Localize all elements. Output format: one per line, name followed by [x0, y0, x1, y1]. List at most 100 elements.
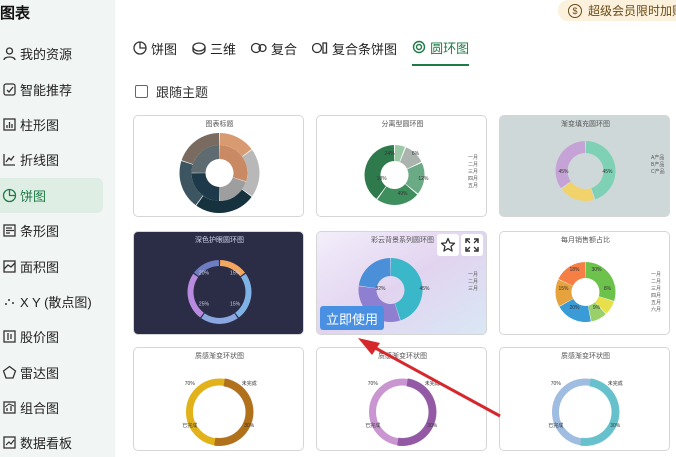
card-title: 深色护眼圆环图 — [195, 235, 244, 244]
data-label: 30% — [610, 423, 621, 429]
data-label: 12% — [418, 176, 429, 182]
sidebar-item[interactable]: 股价图 — [0, 319, 115, 354]
sidebar-item[interactable]: 条形图 — [0, 213, 115, 248]
tab-label: 复合条饼图 — [332, 41, 398, 57]
sidebar-item-label: 雷达图 — [20, 365, 60, 381]
sidebar-item-label: 面积图 — [20, 259, 60, 275]
data-label: 已完成 — [365, 422, 380, 429]
sidebar: 图表 我的资源智能推荐柱形图折线图饼图条形图面积图 X Y (散点图) 股价图雷达图… — [0, 0, 115, 457]
tab-3d[interactable]: 三维 — [192, 36, 236, 66]
pie-chart-icon — [0, 186, 18, 204]
sidebar-item[interactable]: 我的资源 — [0, 36, 115, 71]
data-label: 6% — [412, 151, 420, 157]
sidebar-item[interactable]: 雷达图 — [0, 355, 115, 390]
sidebar-item-label: 组合图 — [20, 401, 60, 417]
follow-theme-label: 跟随主题 — [156, 85, 209, 100]
data-label: 49% — [397, 191, 408, 197]
legend-entry: 二月 — [468, 279, 478, 285]
data-label: 未完成 — [608, 380, 623, 387]
chart-preview: 分离型圆环图 6% 12% 49% 18% 24% 一月二月三月四月五月 — [364, 119, 478, 205]
chart-preview: 渐变填充圆环图 45% 45% A产品B产品C产品 — [555, 119, 665, 201]
expand-button[interactable] — [461, 234, 483, 256]
bar-pie-icon — [312, 42, 328, 54]
data-label: 18% — [569, 267, 580, 273]
sidebar-item[interactable]: 柱形图 — [0, 107, 115, 142]
legend-entry: 三月 — [651, 286, 661, 292]
card-title: 图表标题 — [206, 119, 234, 128]
chart-template-card[interactable]: 质感渐变环状图未完成 30% 已完成 70% — [499, 347, 670, 451]
sidebar-item[interactable]: X Y (散点图) — [0, 284, 115, 319]
data-label: 24% — [385, 151, 396, 157]
tab-composite[interactable]: 复合 — [251, 36, 297, 66]
chart-template-card[interactable]: 质感渐变环状图 未完成 30% 已完成 70% — [133, 347, 304, 451]
legend-entry: 五月 — [651, 300, 661, 306]
hbar-chart-icon — [0, 222, 18, 240]
sidebar-nav: 我的资源智能推荐柱形图折线图饼图条形图面积图 X Y (散点图) 股价图雷达图组合图… — [0, 36, 115, 457]
dashboard-icon — [0, 434, 18, 452]
window-title: 图表 — [0, 5, 31, 22]
data-label: 30% — [591, 267, 602, 273]
data-label: 15% — [558, 286, 569, 292]
data-label: 45% — [419, 286, 430, 292]
follow-theme-checkbox[interactable]: 跟随主题 — [135, 82, 208, 101]
sidebar-item-label: 柱形图 — [20, 117, 60, 133]
radar-icon — [0, 363, 18, 381]
chart-template-card[interactable]: 每月销售额占比 30% 8% 9% 20% 15% 18% 一月 二月 三月 四月 五月 六月 — [499, 231, 670, 335]
tab-composite-bar-pie[interactable]: 复合条饼图 — [312, 36, 397, 66]
legend-entry: 一月 — [651, 272, 661, 278]
sidebar-item[interactable]: 面积图 — [0, 248, 115, 283]
tab-donut[interactable]: 圆环图 — [412, 36, 470, 66]
legend-entry: 五月 — [468, 183, 478, 189]
data-label: 未完成 — [425, 380, 440, 387]
sidebar-item[interactable]: 折线图 — [0, 142, 115, 177]
chart-template-card[interactable]: 分离型圆环图 6% 12% 49% 18% 24% 一月 二月 三月 四月 五月 — [316, 115, 487, 217]
sidebar-item[interactable]: 饼图 — [0, 177, 103, 213]
sidebar-item[interactable]: 智能推荐 — [0, 71, 115, 106]
line-chart-icon — [0, 151, 18, 169]
chart-template-card[interactable]: 图表标题 — [133, 115, 304, 217]
data-label: 18% — [377, 176, 388, 182]
card-title: 质感渐变环状图 — [195, 351, 244, 360]
data-label: 15% — [230, 270, 241, 276]
legend-entry: 六月 — [651, 306, 661, 313]
data-label: 30% — [427, 423, 438, 429]
sidebar-item-label: 条形图 — [20, 224, 60, 240]
card-title: 彩云背景系列圆环图 — [371, 235, 434, 244]
sidebar-item[interactable]: 数据看板 — [0, 425, 115, 457]
checkbox-icon[interactable] — [135, 85, 148, 98]
expand-icon — [465, 238, 479, 252]
area-chart-icon — [0, 257, 18, 275]
tab-label: 饼图 — [151, 41, 178, 57]
data-label: 已完成 — [548, 422, 563, 429]
vip-banner-text: 超级会员限时加购 — [588, 4, 676, 18]
favorite-button[interactable] — [437, 234, 459, 256]
bar-chart-icon — [0, 115, 18, 133]
sidebar-item-label: 折线图 — [20, 153, 60, 169]
data-label: 已完成 — [182, 422, 197, 429]
legend-entry: 一月 — [468, 155, 478, 161]
data-label: 8% — [604, 286, 612, 292]
sidebar-item-label: 智能推荐 — [20, 82, 73, 98]
vip-banner[interactable]: $ 超级会员限时加购 — [558, 0, 676, 21]
stock-icon — [0, 328, 18, 346]
chart-template-card[interactable]: 质感渐变环状图 未完成 30% 已完成 70% — [316, 347, 487, 451]
tab-pie[interactable]: 饼图 — [133, 36, 177, 66]
combo-icon — [0, 399, 18, 417]
scatter-icon — [0, 292, 18, 310]
sidebar-item[interactable]: 组合图 — [0, 390, 115, 425]
data-label: 15% — [230, 302, 241, 308]
card-title: 质感渐变环状图 — [561, 351, 610, 360]
data-label: 70% — [551, 381, 562, 387]
chart-template-card[interactable]: 渐变填充圆环图 45% 45% A产品 B产品 C产品 — [499, 115, 670, 217]
data-label: 未完成 — [242, 380, 257, 387]
legend-entry: B产品 — [651, 161, 664, 168]
data-label: 32% — [375, 286, 386, 292]
legend-entry: 四月 — [651, 293, 661, 299]
chart-preview: 每月销售额占比 30% 8% 9% 20% 15% 18% 一月二月三月四月五月六月 — [555, 235, 661, 322]
data-label: 70% — [368, 381, 379, 387]
chart-preview: 质感渐变环状图未完成 30% 已完成 70% — [548, 351, 623, 446]
coin-icon: $ — [568, 3, 582, 18]
chart-template-card[interactable]: 深色护眼圆环图 15% 15% 25% 20% — [133, 231, 304, 335]
chart-preview: 深色护眼圆环图 15% 15% 25% 20% — [187, 235, 252, 324]
use-now-button[interactable]: 立即使用 — [320, 306, 384, 330]
